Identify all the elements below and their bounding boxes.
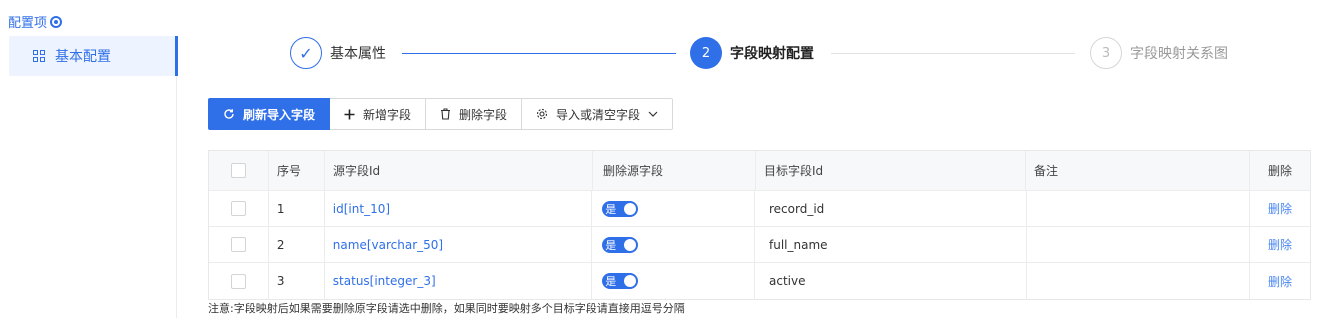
delete-field-label: 删除字段	[459, 107, 508, 122]
row-checkbox[interactable]	[230, 201, 246, 216]
table-row: 2 name[varchar_50] 是 full_name 删除	[209, 227, 1310, 263]
delete-row-link[interactable]: 删除	[1268, 200, 1292, 217]
row-checkbox[interactable]	[230, 237, 246, 252]
step-connector	[831, 53, 1075, 54]
delete-source-toggle[interactable]: 是	[602, 236, 639, 253]
row-index: 3	[269, 263, 325, 299]
refresh-icon	[224, 109, 234, 119]
grid-icon	[33, 50, 45, 62]
sidebar-title: 配置项	[8, 12, 63, 31]
delete-source-toggle[interactable]: 是	[602, 200, 639, 217]
step-label: 字段映射配置	[730, 46, 814, 62]
add-field-button[interactable]: 新增字段	[330, 98, 427, 130]
step-mapping-diagram[interactable]: 3 字段映射关系图	[1090, 37, 1228, 69]
note-input[interactable]	[1027, 263, 1251, 299]
note-input[interactable]	[1027, 227, 1251, 262]
source-field-link[interactable]: status[integer_3]	[333, 274, 436, 288]
delete-source-toggle[interactable]: 是	[602, 273, 639, 289]
field-mapping-table: 序号 源字段Id 删除源字段 目标字段Id 备注 删除 1 id[int_10]…	[208, 150, 1311, 300]
header-note: 备注	[1026, 151, 1250, 190]
delete-row-link[interactable]: 删除	[1268, 236, 1292, 253]
add-field-label: 新增字段	[363, 107, 412, 122]
table-row: 1 id[int_10] 是 record_id 删除	[209, 191, 1310, 227]
row-index: 2	[269, 227, 325, 262]
import-or-clear-label: 导入或清空字段	[556, 107, 641, 122]
target-field-input[interactable]: record_id	[755, 191, 1027, 226]
header-source-field: 源字段Id	[325, 151, 593, 190]
trash-icon	[441, 108, 451, 120]
plus-icon	[344, 109, 355, 119]
target-field-input[interactable]: active	[755, 263, 1027, 299]
row-index: 1	[269, 191, 325, 226]
sidebar-divider	[176, 76, 177, 318]
table-row: 3 status[integer_3] 是 active 删除	[209, 263, 1310, 299]
table-header-row: 序号 源字段Id 删除源字段 目标字段Id 备注 删除	[209, 151, 1310, 191]
header-action: 删除	[1267, 164, 1292, 178]
refresh-fields-label: 刷新导入字段	[243, 107, 316, 122]
gear-icon	[536, 108, 548, 120]
settings-icon[interactable]	[50, 15, 63, 28]
toolbar: 刷新导入字段 新增字段 删除字段 导入或清空字段	[208, 98, 674, 130]
chevron-down-icon	[648, 111, 658, 117]
step-field-mapping[interactable]: 2 字段映射配置	[690, 37, 814, 69]
toggle-label: 是	[605, 202, 617, 216]
source-field-link[interactable]: id[int_10]	[333, 202, 390, 216]
refresh-fields-button[interactable]: 刷新导入字段	[208, 98, 331, 130]
toggle-label: 是	[605, 275, 617, 288]
footer-note: 注意:字段映射后如果需要删除原字段请选中删除，如果同时要映射多个目标字段请直接用…	[208, 302, 685, 315]
source-field-link[interactable]: name[varchar_50]	[333, 238, 443, 252]
header-target-field: 目标字段Id	[756, 151, 1026, 190]
sidebar-title-label: 配置项	[8, 16, 48, 31]
delete-row-link[interactable]: 删除	[1268, 273, 1292, 290]
step-number: 2	[690, 37, 722, 69]
check-icon: ✓	[290, 37, 322, 69]
delete-field-button[interactable]: 删除字段	[426, 98, 523, 130]
step-number: 3	[1090, 37, 1122, 69]
step-connector	[402, 53, 676, 54]
step-label: 字段映射关系图	[1130, 46, 1228, 62]
target-field-input[interactable]: full_name	[755, 227, 1027, 262]
toggle-label: 是	[605, 238, 617, 252]
import-or-clear-dropdown[interactable]: 导入或清空字段	[522, 98, 674, 130]
sidebar-item-basic-config[interactable]: 基本配置	[9, 36, 178, 76]
step-label: 基本属性	[330, 46, 386, 62]
header-index: 序号	[269, 151, 325, 190]
select-all-checkbox[interactable]	[231, 163, 246, 178]
sidebar-item-label: 基本配置	[55, 49, 111, 65]
step-basic-properties[interactable]: ✓ 基本属性	[290, 37, 386, 69]
note-input[interactable]	[1027, 191, 1251, 226]
header-delete-source: 删除源字段	[593, 151, 756, 190]
row-checkbox[interactable]	[230, 273, 246, 289]
